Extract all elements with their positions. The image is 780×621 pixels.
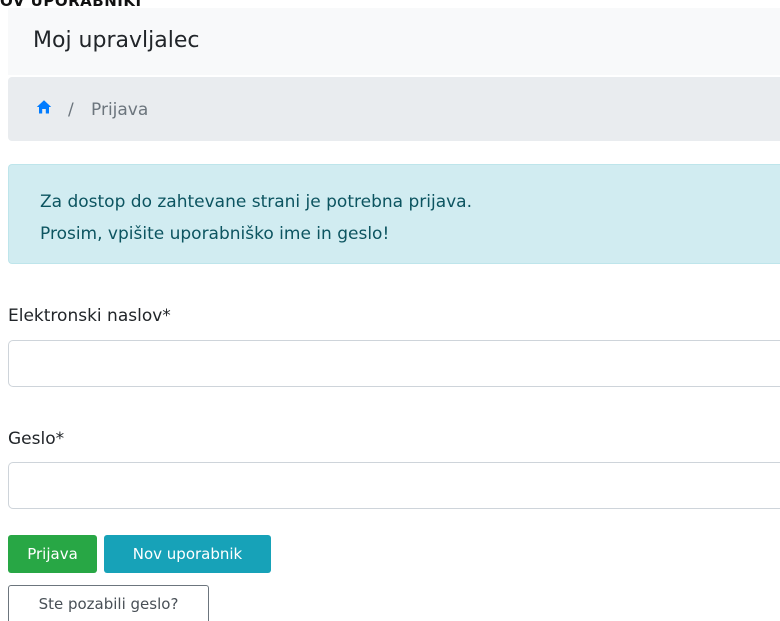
breadcrumb-separator: / bbox=[68, 100, 74, 120]
alert-line-1: Za dostop do zahtevane strani je potrebn… bbox=[40, 192, 472, 212]
navbar: Moj upravljalec bbox=[8, 8, 780, 75]
info-alert: Za dostop do zahtevane strani je potrebn… bbox=[8, 164, 780, 264]
page: OV UPORABNIKI Moj upravljalec / Prijava … bbox=[0, 0, 780, 621]
login-button[interactable]: Prijava bbox=[8, 535, 97, 573]
password-field[interactable] bbox=[8, 462, 780, 509]
navbar-brand[interactable]: Moj upravljalec bbox=[33, 28, 199, 53]
breadcrumb-active: Prijava bbox=[91, 100, 149, 120]
email-label: Elektronski naslov* bbox=[8, 306, 171, 326]
home-icon[interactable] bbox=[36, 99, 52, 115]
forgot-password-button[interactable]: Ste pozabili geslo? bbox=[8, 585, 209, 621]
alert-line-2: Prosim, vpišite uporabniško ime in geslo… bbox=[40, 224, 390, 244]
password-label: Geslo* bbox=[8, 429, 65, 449]
email-field[interactable] bbox=[8, 340, 780, 387]
new-user-button[interactable]: Nov uporabnik bbox=[104, 535, 271, 573]
